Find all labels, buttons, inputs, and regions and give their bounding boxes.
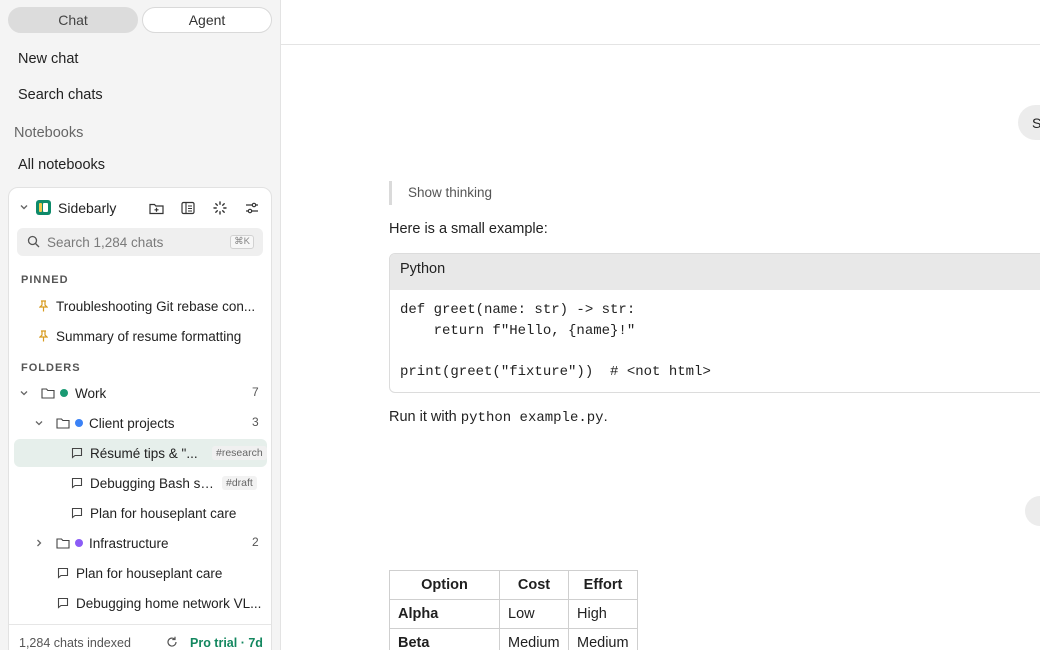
chat-item[interactable]: Plan for houseplant care: [14, 560, 267, 586]
comparison-table: Option Cost Effort Alpha Low High Beta M…: [389, 570, 638, 650]
chat-title: Debugging home network VL...: [76, 595, 262, 611]
chat-title: Plan for houseplant care: [76, 565, 223, 581]
folder-color-dot: [60, 389, 68, 397]
agent-mode-button[interactable]: Agent: [142, 7, 272, 33]
table-row: Beta Medium Medium: [389, 628, 638, 650]
chat-title: Debugging Bash sc...: [90, 475, 218, 491]
folder-name: Infrastructure: [89, 535, 169, 551]
run-prefix: Run it with: [389, 409, 461, 425]
code-line: return f"Hello, {name}!": [400, 322, 636, 339]
chat-item[interactable]: Debugging Bash sc... #draft: [14, 470, 267, 496]
pin-icon: [39, 300, 48, 312]
code-line: ​: [400, 341, 1040, 362]
code-line: def greet(name: str) -> str:: [400, 302, 636, 318]
folder-work[interactable]: Work: [19, 380, 263, 406]
folder-count: 3: [252, 415, 259, 429]
folder-color-dot: [75, 419, 83, 427]
all-notebooks-link[interactable]: All notebooks: [18, 157, 105, 173]
folder-name: Client projects: [89, 415, 175, 431]
table-header: Cost: [499, 570, 569, 600]
chevron-down-icon: [34, 418, 50, 428]
chat-tag: #draft: [222, 476, 257, 490]
folder-name: Work: [75, 385, 107, 401]
chat-search-box: ⌘K: [17, 228, 263, 256]
search-shortcut-hint: ⌘K: [230, 235, 254, 249]
code-block: Python def greet(name: str) -> str: retu…: [389, 253, 1040, 393]
chat-bubble-icon: [71, 447, 83, 459]
pinned-chat-title: Summary of resume formatting: [56, 328, 242, 344]
code-language-label: Python: [390, 254, 1040, 290]
refresh-icon[interactable]: [166, 636, 178, 648]
chevron-right-icon: [34, 538, 50, 548]
chat-item-selected[interactable]: Résumé tips & "... #research: [14, 439, 267, 467]
folder-icon: [41, 387, 55, 399]
chat-mode-button[interactable]: Chat: [8, 7, 138, 33]
panel-header: Sidebarly: [9, 188, 271, 228]
settings-sliders-icon[interactable]: [243, 199, 261, 217]
plan-badge[interactable]: Pro trial · 7d: [190, 636, 263, 650]
chat-bubble-icon: [71, 507, 83, 519]
spinner-icon[interactable]: [211, 199, 229, 217]
assistant-intro-text: Here is a small example:: [389, 221, 548, 237]
sidebarly-logo-icon: [36, 200, 51, 215]
table-header: Effort: [568, 570, 638, 600]
top-bar: [281, 0, 1040, 45]
folder-count: 7: [252, 385, 259, 399]
folder-infrastructure[interactable]: Infrastructure: [34, 530, 263, 556]
chat-item[interactable]: Debugging home network VL...: [14, 590, 267, 616]
pin-icon: [39, 330, 48, 342]
folder-client-projects[interactable]: Client projects: [34, 410, 263, 436]
pinned-chat-item[interactable]: Troubleshooting Git rebase con...: [39, 293, 267, 319]
table-cell: Low: [499, 599, 569, 629]
chat-tag: #research: [212, 446, 267, 460]
pinned-chat-item[interactable]: Summary of resume formatting: [39, 323, 267, 349]
pinned-heading: PINNED: [21, 274, 69, 286]
table-header-row: Option Cost Effort: [389, 570, 638, 600]
table-cell: High: [568, 599, 638, 629]
folders-heading: FOLDERS: [21, 362, 81, 374]
chevron-down-icon: [19, 388, 35, 398]
table-header: Option: [389, 570, 500, 600]
search-chats-button[interactable]: Search chats: [18, 87, 103, 103]
pinned-chat-title: Troubleshooting Git rebase con...: [56, 298, 256, 314]
table-cell: Alpha: [389, 599, 500, 629]
run-suffix: .: [603, 409, 608, 425]
chat-search-input[interactable]: [47, 228, 217, 256]
chat-title: Plan for houseplant care: [90, 505, 237, 521]
user-message-bubble: [1025, 496, 1040, 526]
table-cell: Medium: [568, 628, 638, 650]
chat-title: Résumé tips & "...: [90, 445, 198, 461]
run-instructions: Run it with python example.py.: [389, 409, 608, 426]
code-content: def greet(name: str) -> str: return f"He…: [390, 290, 1040, 392]
user-message-bubble: S: [1018, 105, 1040, 140]
folder-color-dot: [75, 539, 83, 547]
folder-count: 2: [252, 535, 259, 549]
sidebarly-panel: Sidebarly ⌘K PINNED: [8, 187, 272, 650]
layout-icon[interactable]: [179, 199, 197, 217]
mode-switch: Chat Agent: [8, 7, 272, 33]
chat-bubble-icon: [71, 477, 83, 489]
chat-bubble-icon: [57, 597, 69, 609]
table-cell: Medium: [499, 628, 569, 650]
app-sidebar: Chat Agent New chat Search chats Noteboo…: [0, 0, 281, 650]
show-thinking-toggle[interactable]: Show thinking: [389, 181, 492, 205]
search-icon: [27, 235, 40, 253]
chat-item[interactable]: Plan for houseplant care: [14, 500, 267, 526]
chat-bubble-icon: [57, 567, 69, 579]
brand-name: Sidebarly: [58, 200, 117, 216]
run-command: python example.py: [460, 410, 604, 426]
collapse-chevron-icon[interactable]: [19, 202, 29, 215]
folder-icon: [56, 537, 70, 549]
table-row: Alpha Low High: [389, 599, 638, 629]
table-cell: Beta: [389, 628, 500, 650]
new-folder-icon[interactable]: [147, 199, 165, 217]
index-status: 1,284 chats indexed: [19, 636, 131, 650]
code-line: print(greet("fixture")) # <not html>: [400, 363, 711, 380]
notebooks-heading: Notebooks: [14, 125, 84, 141]
panel-footer: 1,284 chats indexed Pro trial · 7d: [9, 624, 271, 650]
new-chat-button[interactable]: New chat: [18, 51, 78, 67]
folder-icon: [56, 417, 70, 429]
